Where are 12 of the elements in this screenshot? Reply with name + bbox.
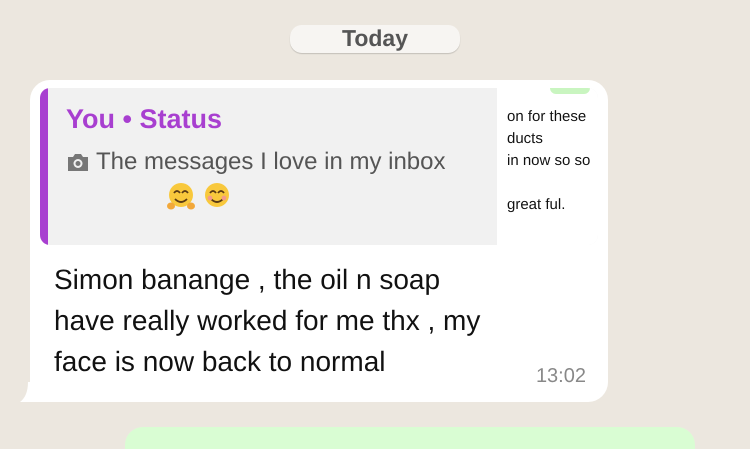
quote-text: The messages I love in my inbox <box>96 146 446 177</box>
hugging-face-icon <box>166 180 196 211</box>
thumbnail-text: great ful. <box>507 194 566 215</box>
quote-author: You • Status <box>66 104 223 135</box>
thumbnail-text: ducts <box>507 128 544 149</box>
message-time: 13:02 <box>536 364 586 388</box>
date-divider: Today <box>290 25 460 53</box>
camera-icon <box>66 152 90 172</box>
thumbnail-text: in now so so <box>507 150 592 171</box>
thumbnail-text: on for these <box>507 106 588 127</box>
message-text: Simon banange , the oil n soap have really worked for me thx , my face is now back to normal <box>54 262 482 379</box>
quoted-status[interactable]: You • Status The messages I love in my inbox on for these ducts in now so so great ful. <box>40 88 598 245</box>
